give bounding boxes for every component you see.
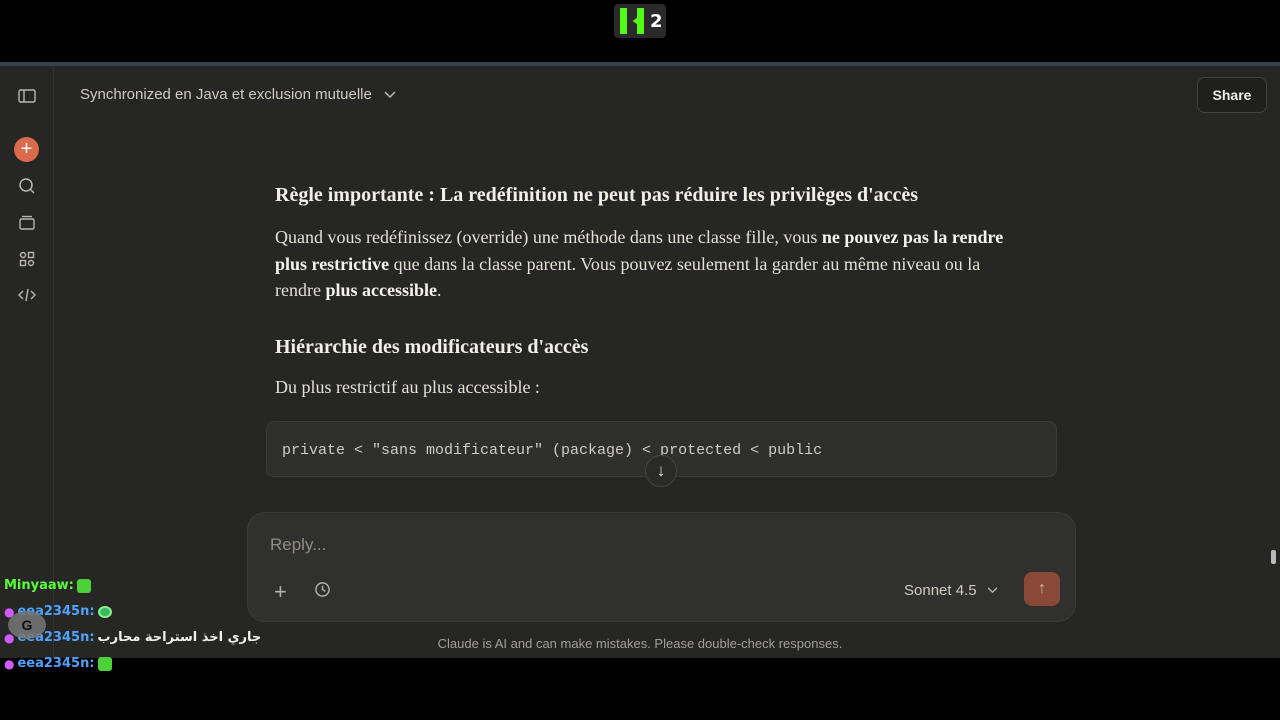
avatar: G [8, 611, 46, 639]
chat-text: جاري اخذ استراحة محارب [97, 630, 262, 645]
sidebar-toggle-icon[interactable] [13, 82, 41, 110]
reply-composer: + Sonnet 4.5 ↑ [247, 512, 1076, 622]
artifacts-icon[interactable] [13, 245, 41, 273]
model-name: Sonnet 4.5 [904, 582, 977, 599]
order-text: Du plus restrictif au plus accessible : [275, 377, 540, 397]
heading-hierarchy: Hiérarchie des modificateurs d'accès [275, 336, 589, 358]
clock-icon[interactable] [314, 581, 331, 598]
green-emote-icon [97, 656, 112, 671]
para-bold-d: plus accessible [325, 280, 437, 300]
code-icon[interactable] [13, 281, 41, 309]
green-emote-icon [76, 578, 91, 593]
chat-header: Synchronized en Java et exclusion mutuel… [54, 66, 1280, 122]
chat-message: Minyaaw: [4, 578, 91, 593]
scroll-down-button[interactable]: ↓ [645, 455, 677, 487]
stream-top-bar: 2 [0, 0, 1280, 62]
attach-plus-icon[interactable]: + [274, 579, 287, 605]
heading-rule: Règle importante : La redéfinition ne pe… [275, 184, 919, 206]
chat-message: ● eea2345n: [4, 656, 112, 671]
new-chat-button[interactable]: + [14, 137, 39, 162]
chats-icon[interactable] [13, 172, 41, 200]
chat-title-dropdown[interactable]: Synchronized en Java et exclusion mutuel… [80, 86, 396, 103]
chevron-down-icon [987, 587, 997, 594]
reply-input[interactable] [270, 535, 870, 555]
scrollbar-thumb[interactable] [1271, 550, 1276, 564]
claude-app-window: + Synchronized en Java et exclusion mutu… [0, 62, 1280, 658]
chevron-down-icon [384, 90, 396, 98]
paragraph-override: Quand vous redéfinissez (override) une m… [275, 224, 1015, 304]
sidebar: + [0, 66, 54, 658]
mic-badge-icon: ● [4, 656, 15, 671]
chat-username: eea2345n: [17, 656, 95, 671]
para-text-a: Quand vous redéfinissez (override) une m… [275, 227, 822, 247]
badge-count: 2 [650, 10, 663, 32]
arrow-up-icon: ↑ [1038, 580, 1046, 597]
kick-logo-icon [620, 8, 644, 34]
share-button[interactable]: Share [1197, 77, 1267, 113]
send-button[interactable]: ↑ [1024, 572, 1060, 606]
para-text-e: . [436, 280, 442, 300]
arrow-down-icon: ↓ [656, 461, 666, 480]
chat-username: Minyaaw: [4, 578, 74, 593]
face-emote-icon [97, 605, 112, 618]
projects-icon[interactable] [13, 208, 41, 236]
chat-title: Synchronized en Java et exclusion mutuel… [80, 86, 372, 103]
model-selector[interactable]: Sonnet 4.5 [904, 582, 998, 599]
kick-badge: 2 [614, 4, 666, 38]
